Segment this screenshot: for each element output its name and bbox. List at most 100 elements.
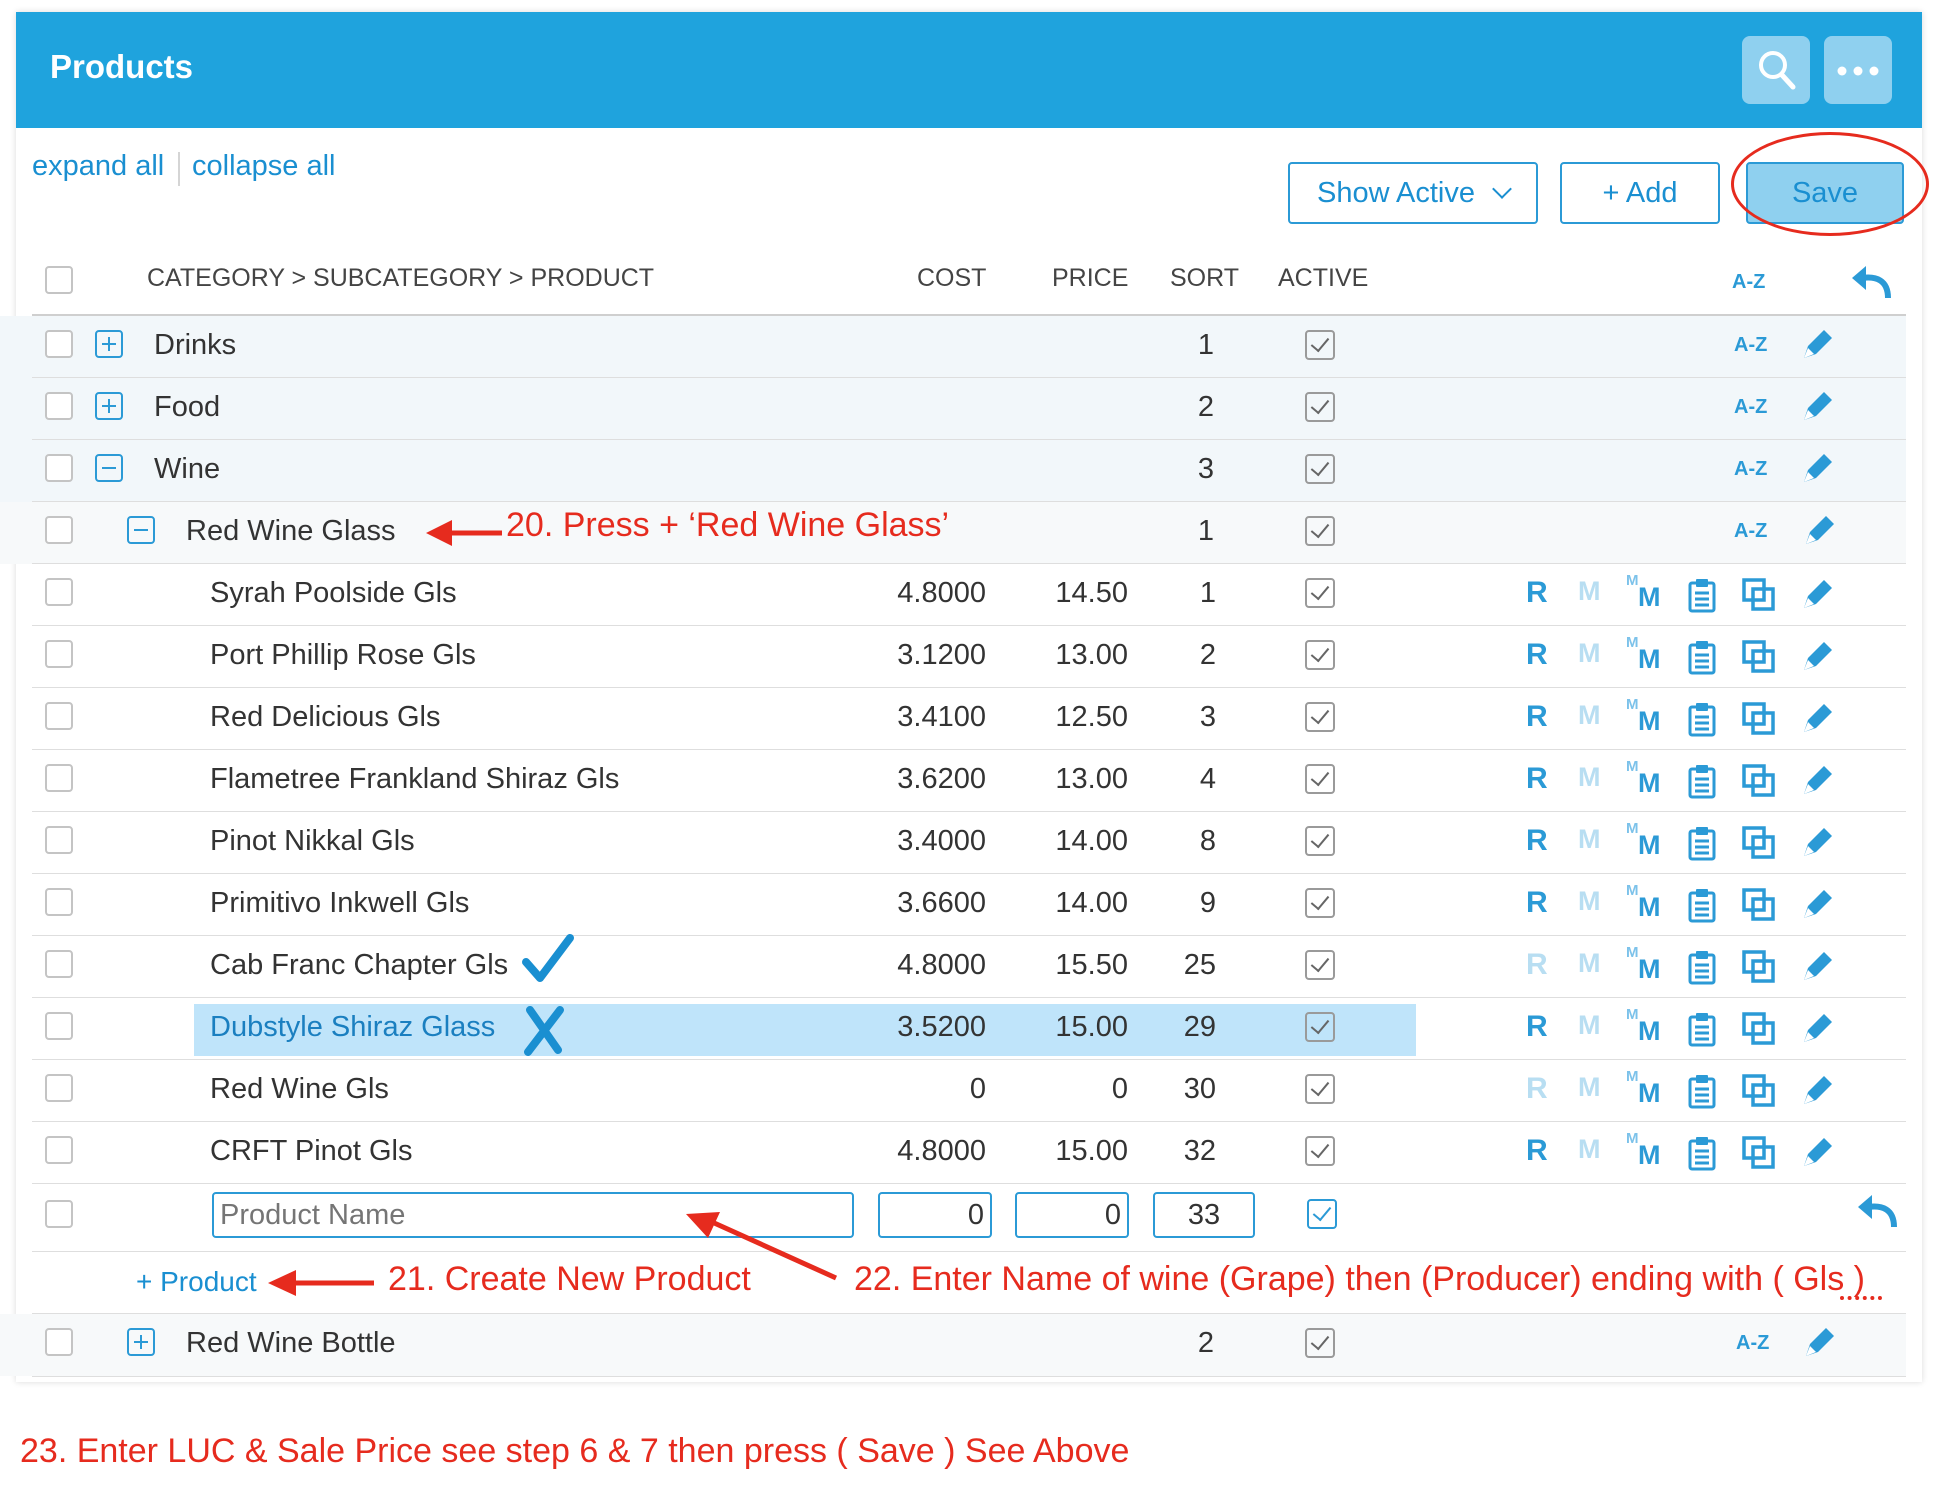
sort-az-button[interactable]: A-Z [1734, 396, 1767, 419]
pencil-icon[interactable] [1800, 1134, 1836, 1170]
active-checkbox[interactable] [1305, 1074, 1335, 1104]
pencil-icon[interactable] [1802, 512, 1838, 548]
row-checkbox[interactable] [45, 1074, 73, 1102]
active-checkbox[interactable] [1305, 764, 1335, 794]
product-name[interactable]: Cab Franc Chapter Gls [210, 949, 508, 982]
copy-icon[interactable] [1742, 1074, 1776, 1108]
expand-plus-icon[interactable] [127, 1328, 155, 1356]
copy-icon[interactable] [1742, 578, 1776, 612]
r-button[interactable]: R [1526, 700, 1548, 734]
m-button[interactable]: M [1578, 762, 1601, 793]
sort-az-button[interactable]: A-Z [1734, 520, 1767, 543]
copy-icon[interactable] [1742, 640, 1776, 674]
pencil-icon[interactable] [1800, 576, 1836, 612]
r-button[interactable]: R [1526, 1072, 1548, 1106]
more-options-button[interactable] [1824, 36, 1892, 104]
row-checkbox[interactable] [45, 392, 73, 420]
sort-az-button[interactable]: A-Z [1736, 1332, 1769, 1355]
clipboard-icon[interactable] [1688, 1012, 1716, 1047]
m-button[interactable]: M [1578, 1010, 1601, 1041]
pencil-icon[interactable] [1802, 1324, 1838, 1360]
product-name[interactable]: Pinot Nikkal Gls [210, 825, 415, 858]
product-name[interactable]: Primitivo Inkwell Gls [210, 887, 469, 920]
copy-icon[interactable] [1742, 1012, 1776, 1046]
expand-plus-icon[interactable] [95, 330, 123, 358]
collapse-minus-icon[interactable] [127, 516, 155, 544]
m-button[interactable]: M [1578, 824, 1601, 855]
cancel-undo-icon[interactable] [1856, 1193, 1900, 1233]
pencil-icon[interactable] [1800, 824, 1836, 860]
r-button[interactable]: R [1526, 948, 1548, 982]
m-button[interactable]: M [1578, 700, 1601, 731]
modifier-mm-button[interactable]: M M [1626, 696, 1666, 738]
undo-arrow-icon[interactable] [1850, 264, 1894, 304]
copy-icon[interactable] [1742, 950, 1776, 984]
active-checkbox[interactable] [1305, 702, 1335, 732]
row-checkbox[interactable] [45, 330, 73, 358]
m-button[interactable]: M [1578, 1072, 1601, 1103]
active-checkbox[interactable] [1305, 1328, 1335, 1358]
copy-icon[interactable] [1742, 826, 1776, 860]
clipboard-icon[interactable] [1688, 826, 1716, 861]
row-checkbox[interactable] [45, 826, 73, 854]
modifier-mm-button[interactable]: M M [1626, 758, 1666, 800]
collapse-all-link[interactable]: collapse all [192, 150, 335, 183]
r-button[interactable]: R [1526, 638, 1548, 672]
pencil-icon[interactable] [1800, 638, 1836, 674]
row-checkbox[interactable] [45, 1328, 73, 1356]
clipboard-icon[interactable] [1688, 764, 1716, 799]
add-button[interactable]: + Add [1560, 162, 1720, 224]
pencil-icon[interactable] [1800, 388, 1836, 424]
row-checkbox[interactable] [45, 1012, 73, 1040]
search-button[interactable] [1742, 36, 1810, 104]
pencil-icon[interactable] [1800, 700, 1836, 736]
copy-icon[interactable] [1742, 888, 1776, 922]
clipboard-icon[interactable] [1688, 1074, 1716, 1109]
row-checkbox[interactable] [45, 1200, 73, 1228]
active-checkbox[interactable] [1305, 1136, 1335, 1166]
select-all-checkbox[interactable] [45, 266, 73, 294]
new-price-input[interactable]: 0 [1015, 1192, 1129, 1238]
m-button[interactable]: M [1578, 576, 1601, 607]
product-name[interactable]: CRFT Pinot Gls [210, 1135, 413, 1168]
modifier-mm-button[interactable]: M M [1626, 882, 1666, 924]
active-checkbox[interactable] [1305, 888, 1335, 918]
pencil-icon[interactable] [1800, 326, 1836, 362]
modifier-mm-button[interactable]: M M [1626, 634, 1666, 676]
active-checkbox[interactable] [1305, 330, 1335, 360]
modifier-mm-button[interactable]: M M [1626, 820, 1666, 862]
active-checkbox[interactable] [1305, 392, 1335, 422]
clipboard-icon[interactable] [1688, 950, 1716, 985]
active-checkbox[interactable] [1305, 516, 1335, 546]
pencil-icon[interactable] [1800, 762, 1836, 798]
modifier-mm-button[interactable]: M M [1626, 1006, 1666, 1048]
row-checkbox[interactable] [45, 950, 73, 978]
r-button[interactable]: R [1526, 576, 1548, 610]
m-button[interactable]: M [1578, 948, 1601, 979]
pencil-icon[interactable] [1800, 886, 1836, 922]
row-checkbox[interactable] [45, 516, 73, 544]
new-cost-input[interactable]: 0 [878, 1192, 992, 1238]
modifier-mm-button[interactable]: M M [1626, 1130, 1666, 1172]
active-checkbox[interactable] [1305, 950, 1335, 980]
m-button[interactable]: M [1578, 1134, 1601, 1165]
row-checkbox[interactable] [45, 702, 73, 730]
show-active-dropdown[interactable]: Show Active [1288, 162, 1538, 224]
pencil-icon[interactable] [1800, 1010, 1836, 1046]
clipboard-icon[interactable] [1688, 640, 1716, 675]
clipboard-icon[interactable] [1688, 578, 1716, 613]
active-checkbox[interactable] [1305, 578, 1335, 608]
expand-plus-icon[interactable] [95, 392, 123, 420]
clipboard-icon[interactable] [1688, 888, 1716, 923]
m-button[interactable]: M [1578, 886, 1601, 917]
active-checkbox[interactable] [1305, 454, 1335, 484]
clipboard-icon[interactable] [1688, 1136, 1716, 1171]
clipboard-icon[interactable] [1688, 702, 1716, 737]
r-button[interactable]: R [1526, 762, 1548, 796]
r-button[interactable]: R [1526, 886, 1548, 920]
pencil-icon[interactable] [1800, 450, 1836, 486]
expand-all-link[interactable]: expand all [32, 150, 164, 183]
modifier-mm-button[interactable]: M M [1626, 572, 1666, 614]
r-button[interactable]: R [1526, 1010, 1548, 1044]
active-checkbox[interactable] [1305, 640, 1335, 670]
